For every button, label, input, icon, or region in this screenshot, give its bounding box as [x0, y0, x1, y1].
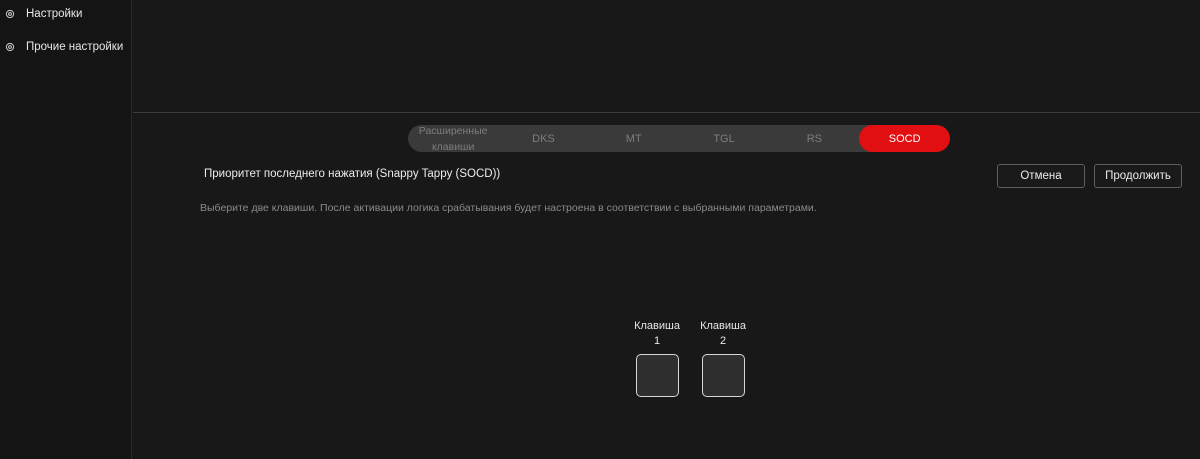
sidebar-item-label: Настройки	[26, 8, 83, 20]
cancel-button[interactable]: Отмена	[997, 164, 1085, 188]
sidebar: Настройки Прочие настройки	[0, 0, 132, 459]
sidebar-item-other-settings[interactable]: Прочие настройки	[0, 37, 123, 57]
mode-tabs: Расширенные клавиши DKS MT TGL RS SOCD	[408, 125, 950, 152]
tab-advanced-keys[interactable]: Расширенные клавиши	[408, 125, 498, 152]
key-number: 2	[719, 335, 727, 347]
tab-label: клавиши	[431, 140, 475, 153]
tab-tgl[interactable]: TGL	[679, 125, 769, 152]
gear-icon	[5, 42, 15, 52]
section-title: Приоритет последнего нажатия (Snappy Tap…	[204, 168, 501, 180]
gear-icon	[5, 9, 15, 19]
sidebar-item-settings[interactable]: Настройки	[0, 4, 82, 24]
tab-label: SOCD	[888, 132, 921, 145]
key-label: Клавиша	[700, 320, 746, 332]
tab-label: TGL	[713, 132, 735, 145]
tab-label: Расширенные	[418, 125, 488, 137]
key-2-label: Клавиша 2	[693, 319, 753, 349]
key-1-label: Клавиша 1	[627, 319, 687, 349]
divider	[133, 112, 1200, 113]
instruction-text: Выберите две клавиши. После активации ло…	[200, 202, 817, 214]
tab-label: DKS	[532, 132, 555, 145]
sidebar-item-label: Прочие настройки	[26, 41, 124, 53]
main-panel: Расширенные клавиши DKS MT TGL RS SOCD П…	[133, 0, 1200, 459]
tab-dks[interactable]: DKS	[498, 125, 588, 152]
key-1-slot[interactable]	[636, 354, 679, 397]
key-label: Клавиша	[634, 320, 680, 332]
tab-socd[interactable]: SOCD	[859, 125, 950, 152]
key-number: 1	[653, 335, 661, 347]
tab-rs[interactable]: RS	[769, 125, 859, 152]
key-2-slot[interactable]	[702, 354, 745, 397]
continue-button[interactable]: Продолжить	[1094, 164, 1182, 188]
tab-mt[interactable]: MT	[589, 125, 679, 152]
tab-label: MT	[625, 132, 642, 145]
tab-label: RS	[806, 132, 822, 145]
